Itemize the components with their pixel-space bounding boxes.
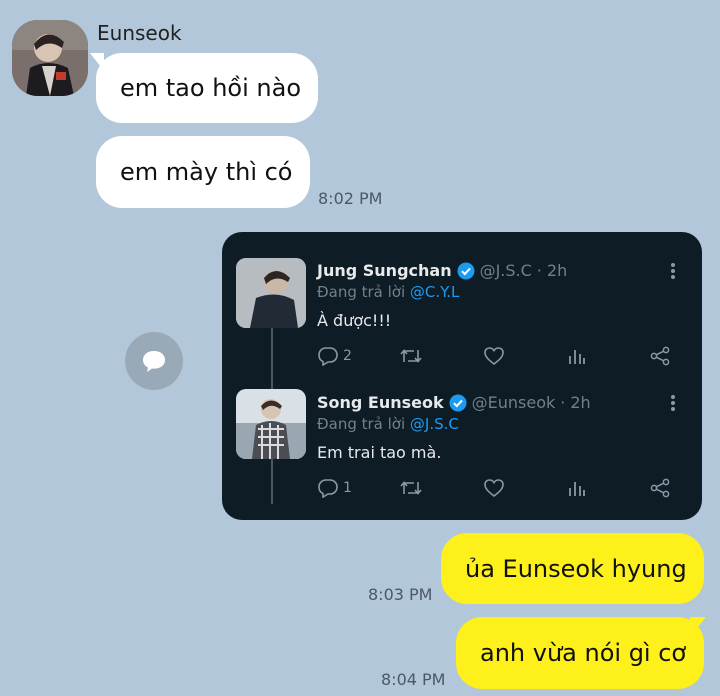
tweet-avatar[interactable] [236, 389, 306, 459]
incoming-message[interactable]: em tao hồi nào [96, 53, 318, 123]
more-icon[interactable] [670, 394, 676, 412]
tweet-age: 2h [546, 261, 568, 280]
reply-prefix: Đang trả lời [317, 415, 406, 433]
separator: · [560, 393, 566, 412]
message-time: 8:04 PM [381, 670, 446, 689]
message-time: 8:03 PM [368, 585, 433, 604]
stats-action[interactable] [567, 478, 587, 498]
tweet-text: À được!!! [317, 311, 392, 330]
tweet-avatar[interactable] [236, 258, 306, 328]
retweet-action[interactable] [399, 478, 423, 498]
reply-count: 1 [343, 480, 352, 496]
reply-action[interactable]: 1 [317, 478, 352, 498]
message-time: 8:02 PM [318, 189, 383, 208]
tweet-author-name[interactable]: Song Eunseok [317, 393, 444, 412]
tweet-age: 2h [570, 393, 591, 412]
share-icon [143, 351, 165, 372]
reply-icon [318, 347, 338, 366]
stats-icon [569, 482, 585, 496]
like-action[interactable] [483, 346, 505, 366]
share-tweet-action[interactable] [649, 346, 671, 366]
outgoing-message[interactable]: anh vừa nói gì cơ [456, 617, 704, 689]
reply-action[interactable]: 2 [317, 346, 352, 366]
reply-icon [318, 479, 338, 498]
stats-action[interactable] [567, 346, 587, 366]
retweet-icon [400, 481, 422, 495]
separator: · [536, 261, 542, 280]
like-icon [484, 479, 504, 498]
verified-icon [449, 394, 467, 411]
share-message-button[interactable] [125, 332, 183, 390]
like-action[interactable] [483, 478, 505, 498]
stats-icon [569, 350, 585, 364]
outgoing-message[interactable]: ủa Eunseok hyung [441, 533, 704, 604]
tweet-author-name[interactable]: Jung Sungchan [317, 261, 452, 280]
reply-prefix: Đang trả lời [317, 283, 406, 301]
tweet-text: Em trai tao mà. [317, 443, 442, 462]
tweet-handle[interactable]: @J.S.C [480, 261, 532, 280]
sender-name: Eunseok [97, 21, 182, 45]
reply-count: 2 [343, 348, 352, 364]
share-tweet-icon [650, 346, 670, 366]
reply-mention[interactable]: @J.S.C [410, 415, 459, 433]
verified-icon [457, 262, 475, 279]
retweet-action[interactable] [399, 346, 423, 366]
sender-avatar[interactable] [12, 20, 88, 96]
share-tweet-icon [650, 478, 670, 498]
tweet-handle[interactable]: @Eunseok [472, 393, 556, 412]
retweet-icon [400, 349, 422, 363]
reply-mention[interactable]: @C.Y.L [410, 283, 460, 301]
reply-context: Đang trả lời @C.Y.L [317, 283, 459, 301]
tweet-card[interactable]: Jung Sungchan @J.S.C · 2h Đang trả lời @… [222, 232, 702, 520]
incoming-message[interactable]: em mày thì có [96, 136, 310, 208]
more-icon[interactable] [670, 262, 676, 280]
reply-context: Đang trả lời @J.S.C [317, 415, 459, 433]
share-tweet-action[interactable] [649, 478, 671, 498]
like-icon [484, 347, 504, 366]
